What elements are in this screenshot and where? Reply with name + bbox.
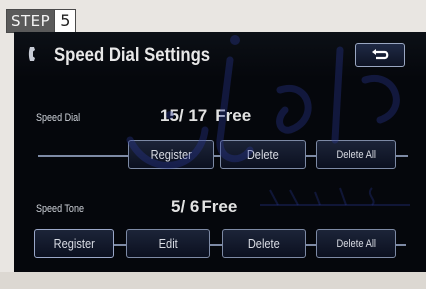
speed-dial-count-value: 15/ 17 <box>160 106 208 125</box>
speed-tone-delete-label: Delete <box>248 236 280 251</box>
speed-tone-free-label: Free <box>201 197 238 216</box>
speed-dial-register-label: Register <box>150 147 192 162</box>
speed-dial-delete-label: Delete <box>247 147 279 162</box>
back-button[interactable] <box>355 43 405 67</box>
speed-tone-label: Speed Tone <box>36 203 84 215</box>
page: STEP 5 Speed Dial Settings Speed Dial 15… <box>0 0 426 289</box>
speed-tone-edit-button[interactable]: Edit <box>126 229 210 258</box>
speed-dial-delete-all-label: Delete All <box>336 148 376 161</box>
speed-tone-delete-all-label: Delete All <box>336 237 376 250</box>
speed-tone-delete-button[interactable]: Delete <box>222 229 306 258</box>
return-arrow-icon <box>372 49 389 60</box>
speed-dial-delete-button[interactable]: Delete <box>220 140 306 169</box>
speed-tone-delete-all-button[interactable]: Delete All <box>316 229 396 258</box>
speed-dial-delete-all-button[interactable]: Delete All <box>316 140 396 169</box>
bottom-strip <box>0 272 426 289</box>
step-number: 5 <box>54 10 76 32</box>
speed-dial-free-label: Free <box>215 106 252 125</box>
speed-tone-edit-label: Edit <box>158 236 178 251</box>
step-badge: STEP 5 <box>6 9 77 33</box>
phone-handset-icon <box>28 47 35 61</box>
step-label: STEP <box>7 10 55 32</box>
speed-dial-label: Speed Dial <box>36 112 81 124</box>
navigation-screen: Speed Dial Settings Speed Dial 15/ 17 Fre… <box>14 32 426 272</box>
page-title: Speed Dial Settings <box>54 45 211 66</box>
speed-tone-register-button[interactable]: Register <box>34 229 114 258</box>
speed-dial-count: 15/ 17 Free <box>160 106 251 126</box>
screen-header: Speed Dial Settings <box>14 32 426 78</box>
speed-tone-count-value: 5/ 6 <box>171 197 200 216</box>
speed-tone-count: 5/ 6 Free <box>171 197 237 217</box>
speed-dial-register-button[interactable]: Register <box>128 140 214 169</box>
speed-tone-register-label: Register <box>53 236 95 251</box>
